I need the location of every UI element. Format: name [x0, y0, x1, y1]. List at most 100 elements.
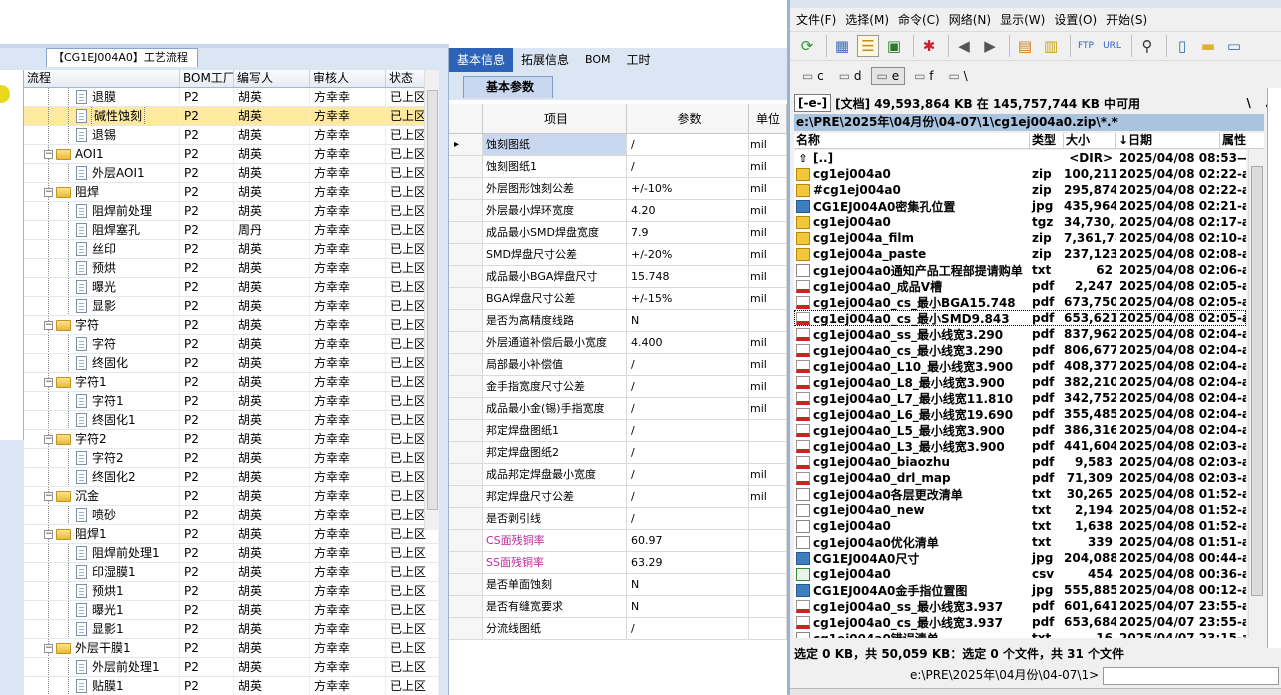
param-value[interactable]: 15.748 [627, 266, 749, 287]
param-value[interactable]: N [627, 596, 749, 617]
param-value[interactable]: +/-20% [627, 244, 749, 265]
param-row[interactable]: 成品最小SMD焊盘宽度 7.9 mil [449, 222, 787, 244]
col-header-date[interactable]: ↓日期 [1116, 133, 1220, 148]
file-row[interactable]: cg1ej004a0_cs_最小BGA15.748 pdf 673,750 2025/… [794, 294, 1246, 310]
file-row[interactable]: CG1EJ004A0尺寸 jpg 204,088 2025/04/08 00:44-a… [794, 550, 1246, 566]
tab-bom[interactable]: BOM [577, 48, 619, 72]
tree-row[interactable]: − AOI1 P2 胡英 方幸幸 已上区 [24, 145, 439, 164]
col-header-unit[interactable]: 单位 [749, 104, 787, 133]
tree-row[interactable]: 外层前处理1 P2 胡英 方幸幸 已上区 [24, 658, 439, 677]
file-row[interactable]: cg1ej004a0优化清单 txt 339 2025/04/08 01:51-a- [794, 534, 1246, 550]
drive-button[interactable]: ▭ \ [942, 67, 973, 85]
icons-view-icon[interactable]: ▦ [831, 35, 853, 57]
param-row[interactable]: 金手指宽度尺寸公差 / mil [449, 376, 787, 398]
file-row[interactable]: cg1ej004a0 tgz 34,730,3892025/04/08 02:17-… [794, 214, 1246, 230]
refresh-icon[interactable]: ⟳ [796, 35, 818, 57]
url-icon[interactable]: URL [1101, 35, 1123, 57]
param-value[interactable]: / [627, 618, 749, 639]
tree-row[interactable]: 阻焊前处理1 P2 胡英 方幸幸 已上区 [24, 544, 439, 563]
current-path[interactable]: e:\PRE\2025年\04月份\04-07\1\cg1ej004a0.zip… [794, 114, 1264, 131]
param-row[interactable]: 分流线图纸 / [449, 618, 787, 640]
param-row[interactable]: 蚀刻图纸1/mil [449, 156, 787, 178]
find-binoculars-icon[interactable]: ⚲ [1136, 35, 1158, 57]
param-value[interactable]: 7.9 [627, 222, 749, 243]
col-header-item[interactable]: 项目 [483, 104, 627, 133]
param-value[interactable]: / [627, 354, 749, 375]
tree-scroll-thumb[interactable] [427, 90, 438, 510]
param-row[interactable]: SMD焊盘尺寸公差 +/-20% mil [449, 244, 787, 266]
param-value[interactable]: / [627, 134, 749, 155]
param-row[interactable]: 成品最小金(锡)手指宽度 / mil [449, 398, 787, 420]
tab-extended-info[interactable]: 拓展信息 [513, 48, 577, 72]
param-value[interactable]: / [627, 508, 749, 529]
tree-row[interactable]: 退锡 P2 胡英 方幸幸 已上区 [24, 126, 439, 145]
file-row[interactable]: CG1EJ004A0金手指位置图 jpg 555,885 2025/04/08 00:… [794, 582, 1246, 598]
file-row[interactable]: ⇧ [..] <DIR> 2025/04/08 08:53— [794, 150, 1246, 166]
param-row[interactable]: 是否为高精度线路 N [449, 310, 787, 332]
file-list-scrollbar[interactable] [1248, 150, 1264, 638]
tree-row[interactable]: 阻焊前处理 P2 胡英 方幸幸 已上区 [24, 202, 439, 221]
back-arrow-icon[interactable]: ◀ [953, 35, 975, 57]
command-input[interactable] [1103, 666, 1279, 685]
file-row[interactable]: cg1ej004a0错误清单 txt 16 2025/04/07 23:15-a- [794, 630, 1246, 638]
tab-work-hours[interactable]: 工时 [619, 48, 659, 72]
tree-row[interactable]: 退膜 P2 胡英 方幸幸 已上区 [24, 88, 439, 107]
file-row[interactable]: cg1ej004a0各层更改清单 txt 30,265 2025/04/08 01:5… [794, 486, 1246, 502]
param-value[interactable]: / [627, 442, 749, 463]
tree-row[interactable]: 阻焊塞孔 P2 周丹 方幸幸 已上区 [24, 221, 439, 240]
menu-item[interactable]: 网络(N) [949, 11, 991, 28]
tree-row[interactable]: 预烘1 P2 胡英 方幸幸 已上区 [24, 582, 439, 601]
detail-view-icon[interactable]: ☰ [857, 35, 879, 57]
file-row[interactable]: cg1ej004a0_L10_最小线宽3.900 pdf 408,377 2025/0… [794, 358, 1246, 374]
file-row[interactable]: cg1ej004a0_drl_map pdf 71,309 2025/04/08 02… [794, 470, 1246, 486]
tree-row[interactable]: 字符 P2 胡英 方幸幸 已上区 [24, 335, 439, 354]
file-list-scroll-thumb[interactable] [1251, 166, 1263, 596]
file-row[interactable]: cg1ej004a0_L5_最小线宽3.900 pdf 386,316 2025/04… [794, 422, 1246, 438]
file-row[interactable]: CG1EJ004A0密集孔位置 jpg 435,964 2025/04/08 02:2… [794, 198, 1246, 214]
col-header-type[interactable]: 类型 [1030, 133, 1064, 148]
param-row[interactable]: CS面残铜率 60.97 [449, 530, 787, 552]
file-row[interactable]: cg1ej004a0_成品V槽 pdf 2,247 2025/04/08 02:05-… [794, 278, 1246, 294]
subtab-basic-params[interactable]: 基本参数 [463, 76, 553, 98]
param-row[interactable]: 是否单面蚀刻 N [449, 574, 787, 596]
param-row[interactable]: 是否有缝宽要求 N [449, 596, 787, 618]
collapse-toggle-icon[interactable]: − [44, 187, 53, 197]
file-row[interactable]: cg1ej004a0_ss_最小线宽3.290 pdf 837,962 2025/04… [794, 326, 1246, 342]
file-row[interactable]: cg1ej004a0 csv 454 2025/04/08 00:36-a- [794, 566, 1246, 582]
menu-item[interactable]: 设置(O) [1054, 11, 1097, 28]
file-row[interactable]: cg1ej004a0_cs_最小线宽3.937 pdf 653,684 2025/04… [794, 614, 1246, 630]
param-value[interactable]: 63.29 [627, 552, 749, 573]
param-value[interactable]: / [627, 420, 749, 441]
param-value[interactable]: +/-15% [627, 288, 749, 309]
drive-button[interactable]: ▭ d [833, 67, 868, 85]
param-row[interactable]: 外层最小焊环宽度 4.20 mil [449, 200, 787, 222]
file-row[interactable]: cg1ej004a0_cs_最小SMD9.843 pdf 653,621 2025/0… [794, 310, 1246, 326]
param-value[interactable]: N [627, 310, 749, 331]
param-value[interactable]: / [627, 486, 749, 507]
tree-row[interactable]: 字符2 P2 胡英 方幸幸 已上区 [24, 449, 439, 468]
forward-arrow-icon[interactable]: ▶ [979, 35, 1001, 57]
file-row[interactable]: cg1ej004a_film zip 7,361,7822025/04/08 02:… [794, 230, 1246, 246]
file-row[interactable]: cg1ej004a0_cs_最小线宽3.290 pdf 806,677 2025/04… [794, 342, 1246, 358]
col-header-bom[interactable]: BOM工厂 [180, 70, 234, 87]
param-row[interactable]: BGA焊盘尺寸公差 +/-15% mil [449, 288, 787, 310]
file-row[interactable]: cg1ej004a0通知产品工程部提请购单 txt 62 2025/04/08 02:… [794, 262, 1246, 278]
file-row[interactable]: cg1ej004a0_L7_最小线宽11.810 pdf 342,752 2025/0… [794, 390, 1246, 406]
tree-row[interactable]: 终固化 P2 胡英 方幸幸 已上区 [24, 354, 439, 373]
tab-basic-info[interactable]: 基本信息 [449, 48, 514, 72]
file-row[interactable]: cg1ej004a0_L8_最小线宽3.900 pdf 382,210 2025/04… [794, 374, 1246, 390]
tree-row[interactable]: 丝印 P2 胡英 方幸幸 已上区 [24, 240, 439, 259]
file-row[interactable]: cg1ej004a0_ss_最小线宽3.937 pdf 601,641 2025/04… [794, 598, 1246, 614]
param-row[interactable]: 邦定焊盘图纸1/ [449, 420, 787, 442]
file-row[interactable]: cg1ej004a0_biaozhu pdf 9,583 2025/04/08 02:… [794, 454, 1246, 470]
param-value[interactable]: 60.97 [627, 530, 749, 551]
tree-row[interactable]: 印湿膜1 P2 胡英 方幸幸 已上区 [24, 563, 439, 582]
param-value[interactable]: +/-10% [627, 178, 749, 199]
tree-row[interactable]: 外层AOI1 P2 胡英 方幸幸 已上区 [24, 164, 439, 183]
tree-scrollbar[interactable] [424, 70, 439, 530]
param-value[interactable]: / [627, 156, 749, 177]
root-button[interactable]: \ [1246, 96, 1250, 110]
drive-button[interactable]: ▭ f [908, 67, 939, 85]
file-row[interactable]: cg1ej004a0_L3_最小线宽3.900 pdf 441,604 2025/04… [794, 438, 1246, 454]
collapse-toggle-icon[interactable]: − [44, 529, 53, 539]
